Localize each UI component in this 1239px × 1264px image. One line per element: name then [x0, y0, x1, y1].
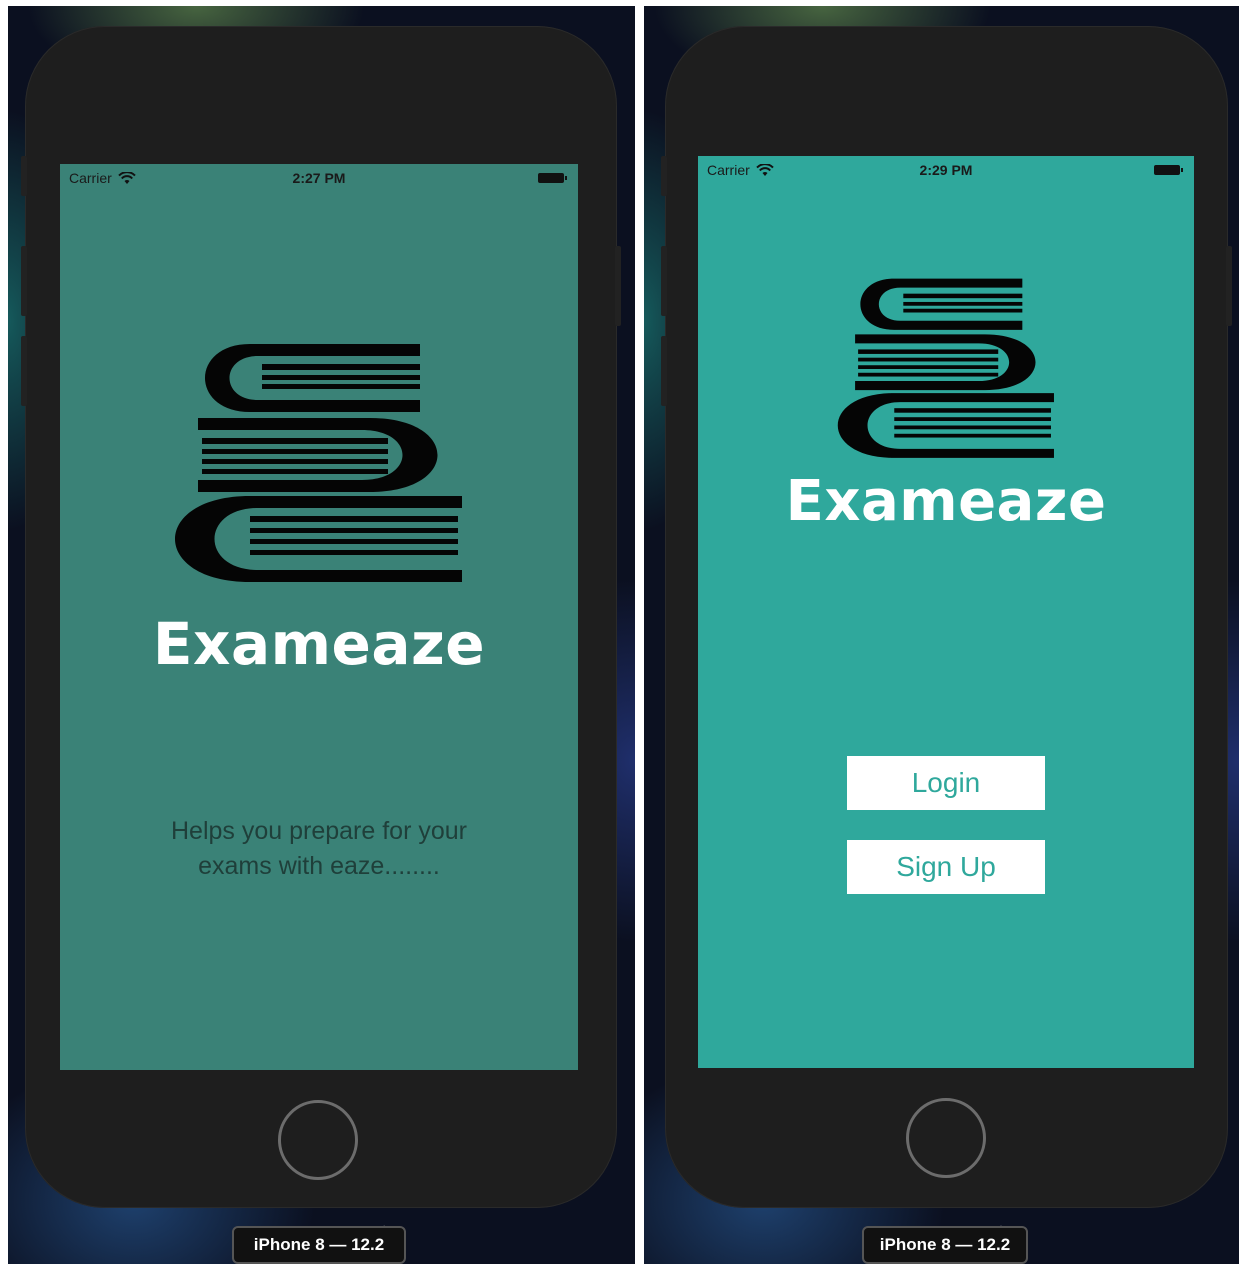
login-button[interactable]: Login [847, 756, 1045, 810]
battery-icon [1154, 165, 1183, 175]
home-button[interactable] [278, 1100, 358, 1180]
books-stack-logo [175, 344, 462, 582]
signup-button[interactable]: Sign Up [847, 840, 1045, 894]
status-time: 2:27 PM [292, 170, 346, 186]
status-time: 2:29 PM [919, 162, 973, 178]
mute-switch [661, 156, 667, 196]
books-stack-logo [837, 278, 1054, 458]
power-button [615, 246, 621, 326]
status-bar: Carrier 2:27 PM [60, 164, 578, 190]
volume-up-button [21, 246, 27, 316]
app-title: Exameaze [152, 610, 486, 678]
mute-switch [21, 156, 27, 196]
status-bar: Carrier 2:29 PM [698, 156, 1194, 182]
tagline-line-1: Helps you prepare for your [171, 817, 467, 845]
app-title: Exameaze [785, 469, 1107, 534]
volume-up-button [661, 246, 667, 316]
tagline: Helps you prepare for your exams with ea… [60, 814, 578, 884]
iphone-frame: Carrier 2:27 PM Exameaze Helps you prepa… [21, 26, 621, 1208]
volume-down-button [661, 336, 667, 406]
welcome-screen: Carrier 2:29 PM Exameaze Login Sign Up [698, 156, 1194, 1068]
device-label: iPhone 8 — 12.2 [232, 1226, 406, 1264]
iphone-frame: Carrier 2:29 PM Exameaze Login Sign Up [661, 26, 1232, 1208]
battery-icon [538, 173, 567, 183]
home-button[interactable] [906, 1098, 986, 1178]
device-label: iPhone 8 — 12.2 [862, 1226, 1028, 1264]
tagline-line-2: exams with eaze........ [198, 852, 440, 880]
splash-screen: Carrier 2:27 PM Exameaze Helps you prepa… [60, 164, 578, 1070]
power-button [1226, 246, 1232, 326]
volume-down-button [21, 336, 27, 406]
simulator-window-welcome: Carrier 2:29 PM Exameaze Login Sign Up i… [644, 6, 1239, 1264]
simulator-window-splash: Carrier 2:27 PM Exameaze Helps you prepa… [8, 6, 635, 1264]
